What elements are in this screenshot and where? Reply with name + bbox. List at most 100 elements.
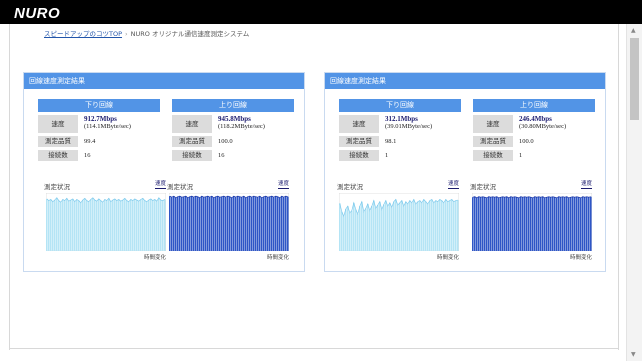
graph-bar: [277, 196, 279, 251]
speed-graph: [472, 193, 592, 251]
graph-bar: [74, 201, 76, 251]
vertical-scrollbar[interactable]: ▲ ▼: [626, 24, 642, 361]
connections-label: 接続数: [172, 150, 212, 161]
graph-bar: [122, 200, 124, 251]
graph-bar: [524, 196, 526, 251]
graph-bar: [492, 196, 494, 251]
graph-bar: [175, 197, 177, 251]
scroll-down-icon[interactable]: ▼: [631, 351, 636, 358]
graph-bar: [134, 198, 136, 251]
quality-row: 測定品質 100.0: [172, 136, 294, 147]
graph-bar: [96, 201, 98, 251]
graph-bar: [415, 203, 417, 251]
graph-bar: [179, 196, 181, 251]
graph-bar: [148, 200, 150, 251]
graph-bar: [68, 201, 70, 251]
graph-bar: [251, 197, 253, 251]
chart-area: [472, 193, 592, 251]
graph-bar: [106, 200, 108, 251]
graph-bar: [435, 200, 437, 251]
graph-bar: [564, 197, 566, 251]
graph-bar: [66, 198, 68, 251]
quality-value: 99.4: [84, 138, 96, 145]
graph-bar: [283, 197, 285, 251]
chart-speed-link[interactable]: 速度: [580, 181, 592, 189]
graph-bar: [349, 212, 351, 251]
graph-bar: [520, 196, 522, 251]
quality-label: 測定品質: [339, 136, 379, 147]
speed-graph: [339, 193, 459, 251]
scroll-thumb[interactable]: [630, 38, 639, 120]
graph-bar: [562, 196, 564, 251]
graph-bar: [423, 199, 425, 251]
graph-bar: [150, 198, 152, 251]
content-frame-right: [618, 24, 619, 350]
graph-bar: [582, 196, 584, 251]
graph-bar: [568, 197, 570, 251]
nuro-logo[interactable]: NURO: [14, 5, 60, 22]
graph-bar: [546, 197, 548, 251]
graph-bar: [189, 196, 191, 251]
down-chart: 測定状況 速度 時間変化: [337, 181, 461, 261]
graph-bar: [498, 197, 500, 251]
speed-row: 速度 912.7Mbps (114.1MByte/sec): [38, 115, 160, 133]
scroll-up-icon[interactable]: ▲: [631, 27, 636, 34]
graph-bar: [476, 197, 478, 251]
graph-bar: [130, 199, 132, 251]
graph-bar: [516, 197, 518, 251]
connections-row: 接続数 1: [339, 150, 461, 161]
speed-value: 246.4Mbps (30.80MByte/sec): [513, 115, 566, 131]
graph-bar: [367, 203, 369, 251]
graph-bar: [287, 196, 289, 251]
chart-area: [169, 193, 289, 251]
speed-label: 速度: [38, 115, 78, 133]
graph-bar: [92, 197, 94, 251]
graph-bar: [490, 197, 492, 251]
graph-bar: [486, 197, 488, 251]
graph-bar: [407, 203, 409, 251]
graph-bar: [169, 196, 171, 251]
graph-bar: [381, 209, 383, 251]
graph-bar: [223, 196, 225, 251]
graph-bar: [353, 202, 355, 251]
graph-bar: [64, 200, 66, 251]
top-bar: NURO: [0, 0, 642, 24]
chart-speed-link[interactable]: 速度: [154, 181, 166, 189]
graph-bar: [518, 197, 520, 251]
graph-bar: [552, 196, 554, 251]
graph-bar: [431, 199, 433, 251]
quality-label: 測定品質: [38, 136, 78, 147]
graph-bar: [399, 202, 401, 251]
speed-value: 312.1Mbps (39.01MByte/sec): [379, 115, 432, 131]
graph-bar: [243, 196, 245, 251]
graph-bar: [508, 197, 510, 251]
graph-bar: [572, 196, 574, 251]
graph-bar: [558, 196, 560, 251]
chart-speed-link[interactable]: 速度: [447, 181, 459, 189]
graph-bar: [403, 206, 405, 251]
speed-row: 速度 246.4Mbps (30.80MByte/sec): [473, 115, 595, 133]
graph-bar: [209, 197, 211, 251]
chart-speed-link[interactable]: 速度: [277, 181, 289, 189]
speed-label: 速度: [339, 115, 379, 133]
graph-bar: [219, 197, 221, 251]
quality-row: 測定品質 98.1: [339, 136, 461, 147]
graph-bar: [445, 199, 447, 251]
graph-bar: [110, 201, 112, 251]
graph-bar: [102, 202, 104, 251]
down-card-title: 下り回線: [339, 99, 461, 112]
graph-bar: [351, 210, 353, 251]
graph-bar: [494, 197, 496, 251]
graph-bar: [181, 197, 183, 251]
breadcrumb-link-top[interactable]: スピードアップのコツTOP: [44, 30, 122, 38]
graph-bar: [377, 205, 379, 251]
chart-axis-label: 時間変化: [143, 255, 166, 261]
graph-bar: [586, 196, 588, 251]
graph-bar: [534, 196, 536, 251]
graph-bar: [76, 199, 78, 251]
graph-bar: [213, 197, 215, 251]
graph-bar: [199, 197, 201, 251]
graph-bar: [185, 196, 187, 251]
graph-bar: [357, 214, 359, 251]
graph-bar: [417, 201, 419, 251]
